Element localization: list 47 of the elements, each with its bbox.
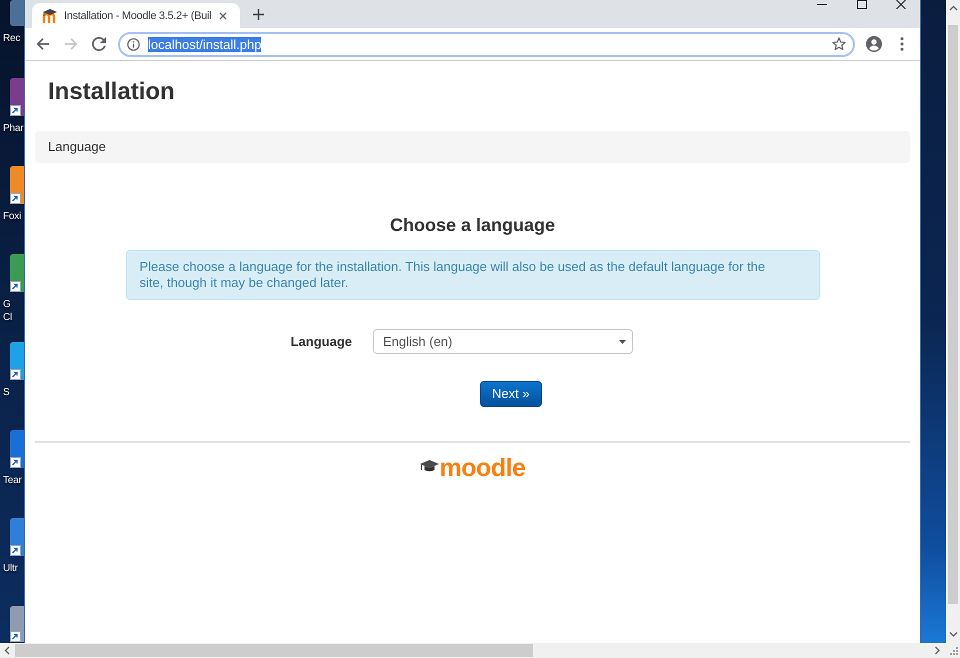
minimize-icon	[817, 4, 827, 5]
desktop-app-icon[interactable]	[10, 606, 24, 642]
desktop-app-icon[interactable]	[10, 166, 24, 204]
resize-grip-icon[interactable]	[949, 646, 958, 655]
maximize-icon	[856, 0, 866, 9]
reload-icon	[92, 37, 106, 51]
scrollbar-thumb[interactable]	[15, 644, 533, 657]
desktop-icon-label[interactable]: Ultr	[3, 562, 18, 575]
info-alert: Please choose a language for the installation. This language will also be used as the default language for the site, though it may be changed later.	[126, 250, 820, 300]
desktop-icon-label[interactable]: Tear	[3, 474, 22, 487]
star-icon[interactable]	[832, 37, 846, 51]
language-select[interactable]: English (en)	[373, 329, 633, 354]
graduation-cap-icon	[420, 460, 439, 473]
desktop-icon-label[interactable]: Phar	[3, 122, 24, 135]
cap-logo-icon	[42, 8, 58, 24]
chevron-up-icon	[948, 5, 958, 12]
account-icon	[866, 36, 882, 52]
desktop-app-icon[interactable]	[10, 518, 24, 556]
breadcrumb-item: Language	[48, 139, 106, 155]
address-bar[interactable]: localhost/install.php	[118, 32, 855, 56]
desktop-app-icon[interactable]	[10, 430, 24, 468]
desktop-icon-label[interactable]: Rec	[3, 32, 20, 45]
chevron-left-icon	[4, 646, 11, 655]
scrollbar-thumb[interactable]	[948, 25, 958, 604]
arrow-left-icon	[36, 37, 50, 51]
section-heading: Choose a language	[390, 214, 556, 237]
desktop-app-icon[interactable]	[10, 254, 24, 292]
browser-tab[interactable]: Installation - Moodle 3.5.2+ (Buil	[32, 3, 240, 28]
chevron-right-icon	[934, 646, 941, 655]
menu-icon	[900, 37, 904, 51]
url-text[interactable]: localhost/install.php	[148, 36, 262, 52]
plus-icon	[252, 8, 264, 20]
caret-down-icon	[619, 340, 626, 344]
desktop-icon-label[interactable]: G Cl	[3, 298, 12, 324]
desktop-icon-label[interactable]: Foxi	[3, 210, 22, 223]
field-label: Language	[290, 334, 352, 350]
info-icon[interactable]	[127, 38, 140, 50]
chevron-down-icon	[948, 631, 958, 638]
tab-title: Installation - Moodle 3.5.2+ (Buil	[64, 8, 212, 22]
desktop-app-icon[interactable]	[10, 342, 24, 380]
close-icon	[219, 12, 227, 20]
next-button[interactable]: Next »	[480, 381, 542, 407]
desktop-app-icon[interactable]	[10, 78, 24, 116]
page-title: Installation	[48, 77, 175, 107]
close-icon	[896, 0, 906, 9]
desktop-icon-label[interactable]: S	[3, 386, 10, 399]
arrow-right-icon	[64, 37, 78, 51]
